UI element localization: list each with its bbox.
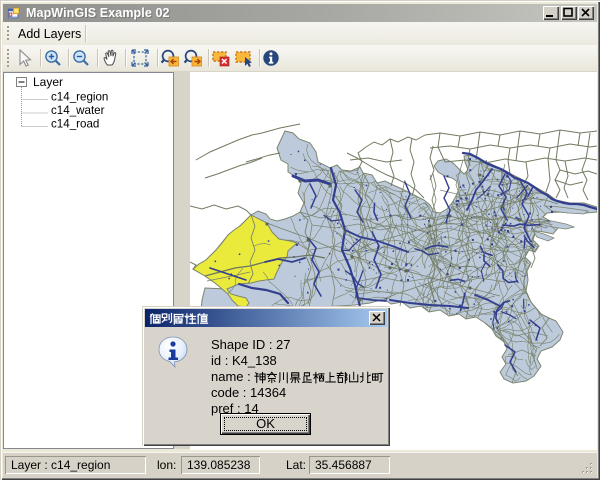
svg-text:c14_water: c14_water — [51, 104, 105, 117]
svg-text:c14_region: c14_region — [51, 91, 108, 104]
svg-text:c14_road: c14_road — [51, 118, 99, 131]
svg-text:Layer: Layer — [33, 75, 63, 89]
